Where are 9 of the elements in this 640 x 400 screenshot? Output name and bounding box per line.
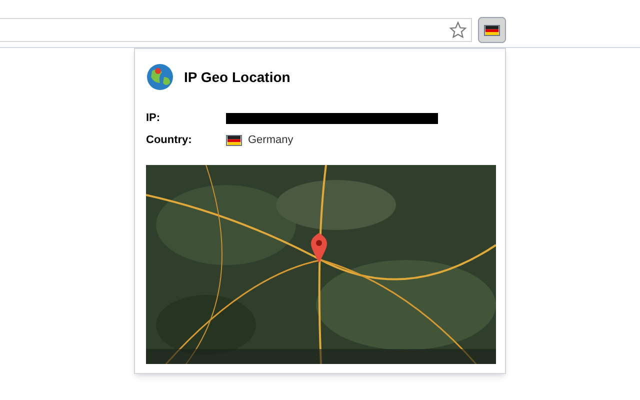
globe-icon	[146, 63, 174, 91]
field-label: IP:	[146, 110, 162, 126]
field-label: Country:	[146, 132, 193, 148]
flag-icon	[226, 134, 242, 146]
flag-icon	[484, 24, 500, 36]
star-icon[interactable]	[449, 21, 467, 39]
extension-button[interactable]	[478, 17, 506, 43]
country-value: Germany	[248, 132, 294, 148]
popup-title: IP Geo Location	[184, 68, 290, 86]
